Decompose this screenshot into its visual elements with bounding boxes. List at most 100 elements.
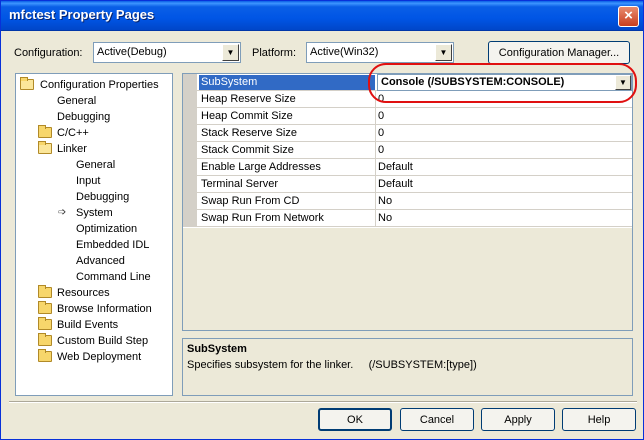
property-row[interactable]: Swap Run From CD No (183, 193, 632, 210)
tree-item-label: General (57, 95, 97, 107)
folder-icon (38, 333, 52, 346)
tree-item-label: Linker (57, 143, 87, 155)
property-name: Stack Reserve Size (201, 127, 297, 139)
folder-icon (38, 125, 52, 138)
property-value: 0 (378, 110, 385, 122)
tree-item-linker-command-line[interactable]: Command Line (76, 269, 151, 285)
row-gutter (183, 125, 197, 142)
configuration-manager-button[interactable]: Configuration Manager... (488, 41, 630, 64)
folder-icon (38, 349, 52, 362)
subsystem-dropdown[interactable]: Console (/SUBSYSTEM:CONSOLE) ▼ (377, 74, 632, 91)
property-value: 0 (378, 93, 385, 105)
configuration-dropdown[interactable]: Active(Debug) ▼ (93, 42, 241, 63)
tree-item-debugging[interactable]: Debugging (57, 109, 110, 125)
tree-item-linker-advanced[interactable]: Advanced (76, 253, 125, 269)
tree-item-general[interactable]: General (57, 93, 96, 109)
tree-item-label: Command Line (76, 271, 151, 283)
folder-icon (38, 285, 52, 298)
footer-divider (9, 401, 637, 403)
row-gutter (183, 159, 197, 176)
column-divider (375, 125, 376, 142)
close-button[interactable]: × (618, 6, 639, 27)
property-value: No (378, 195, 393, 207)
description-title: SubSystem (187, 343, 247, 355)
tree-item-label: Resources (57, 287, 110, 299)
current-page-arrow-icon: ➩ (58, 207, 67, 218)
property-row[interactable]: Stack Commit Size 0 (183, 142, 632, 159)
property-name: Swap Run From Network (201, 212, 324, 224)
tree-item-label: Browse Information (57, 303, 152, 315)
property-name: Stack Commit Size (201, 144, 294, 156)
property-name: Enable Large Addresses (201, 161, 321, 173)
tree-item-label: C/C++ (57, 127, 89, 139)
property-grid[interactable]: SubSystem Console (/SUBSYSTEM:CONSOLE) ▼… (182, 73, 633, 331)
tree-item-label: Input (76, 175, 101, 187)
property-row[interactable]: Stack Reserve Size 0 (183, 125, 632, 142)
subsystem-value: Console (/SUBSYSTEM:CONSOLE) (381, 76, 565, 88)
tree-item-linker-optimization[interactable]: Optimization (76, 221, 137, 237)
tree-item-label: Optimization (76, 223, 138, 235)
window-title: mfctest Property Pages (9, 7, 155, 22)
property-value: No (378, 212, 393, 224)
tree-item-label: Advanced (76, 255, 125, 267)
tree-item-label: System (76, 207, 113, 219)
property-value: 0 (378, 144, 385, 156)
row-gutter (183, 142, 197, 159)
tree-item-linker-general[interactable]: General (76, 157, 115, 173)
help-button[interactable]: Help (562, 408, 636, 431)
folder-open-icon (38, 141, 52, 154)
column-divider (375, 176, 376, 193)
column-divider (375, 91, 376, 108)
property-row-subsystem[interactable]: SubSystem Console (/SUBSYSTEM:CONSOLE) ▼ (183, 74, 632, 91)
column-divider (375, 193, 376, 210)
property-name: Swap Run From CD (201, 195, 300, 207)
apply-button[interactable]: Apply (481, 408, 555, 431)
description-panel: SubSystem Specifies subsystem for the li… (182, 338, 633, 396)
folder-icon (38, 317, 52, 330)
property-row[interactable]: Heap Reserve Size 0 (183, 91, 632, 108)
chevron-down-icon[interactable]: ▼ (222, 44, 239, 61)
folder-icon (38, 301, 52, 314)
ok-button[interactable]: OK (318, 408, 392, 431)
property-value: Default (378, 161, 413, 173)
chevron-down-icon[interactable]: ▼ (435, 44, 452, 61)
property-name: SubSystem (199, 75, 375, 90)
property-value: 0 (378, 127, 385, 139)
row-gutter (183, 176, 197, 193)
platform-dropdown[interactable]: Active(Win32) ▼ (306, 42, 454, 63)
category-tree[interactable]: Configuration Properties General Debuggi… (15, 73, 173, 396)
tree-item-label: Web Deployment (57, 351, 142, 363)
tree-item-linker-embedded-idl[interactable]: Embedded IDL (76, 237, 149, 253)
column-divider (375, 159, 376, 176)
chevron-down-icon[interactable]: ▼ (615, 75, 631, 90)
row-gutter (183, 108, 197, 125)
property-row[interactable]: Terminal Server Default (183, 176, 632, 193)
tree-item-label: Configuration Properties (40, 79, 159, 91)
property-row[interactable]: Swap Run From Network No (183, 210, 632, 227)
property-name: Heap Reserve Size (201, 93, 296, 105)
configuration-value: Active(Debug) (97, 46, 167, 58)
property-pages-window: mfctest Property Pages × Configuration: … (0, 0, 644, 440)
configuration-label: Configuration: (14, 47, 83, 59)
title-bar[interactable]: mfctest Property Pages × (1, 1, 643, 31)
property-value: Default (378, 178, 413, 190)
row-gutter (183, 210, 197, 227)
cancel-button[interactable]: Cancel (400, 408, 474, 431)
close-icon: × (624, 7, 633, 24)
tree-item-label: Build Events (57, 319, 119, 331)
tree-item-label: General (76, 159, 116, 171)
folder-open-icon (20, 77, 34, 90)
tree-item-linker-debugging[interactable]: Debugging (76, 189, 129, 205)
tree-item-label: Debugging (76, 191, 130, 203)
property-name: Heap Commit Size (201, 110, 293, 122)
property-name: Terminal Server (201, 178, 279, 190)
property-row[interactable]: Heap Commit Size 0 (183, 108, 632, 125)
tree-item-label: Custom Build Step (57, 335, 149, 347)
tree-item-label: Embedded IDL (76, 239, 150, 251)
tree-item-linker-input[interactable]: Input (76, 173, 100, 189)
row-gutter (183, 91, 197, 108)
platform-value: Active(Win32) (310, 46, 379, 58)
property-row[interactable]: Enable Large Addresses Default (183, 159, 632, 176)
tree-item-label: Debugging (57, 111, 111, 123)
row-gutter (183, 193, 197, 210)
